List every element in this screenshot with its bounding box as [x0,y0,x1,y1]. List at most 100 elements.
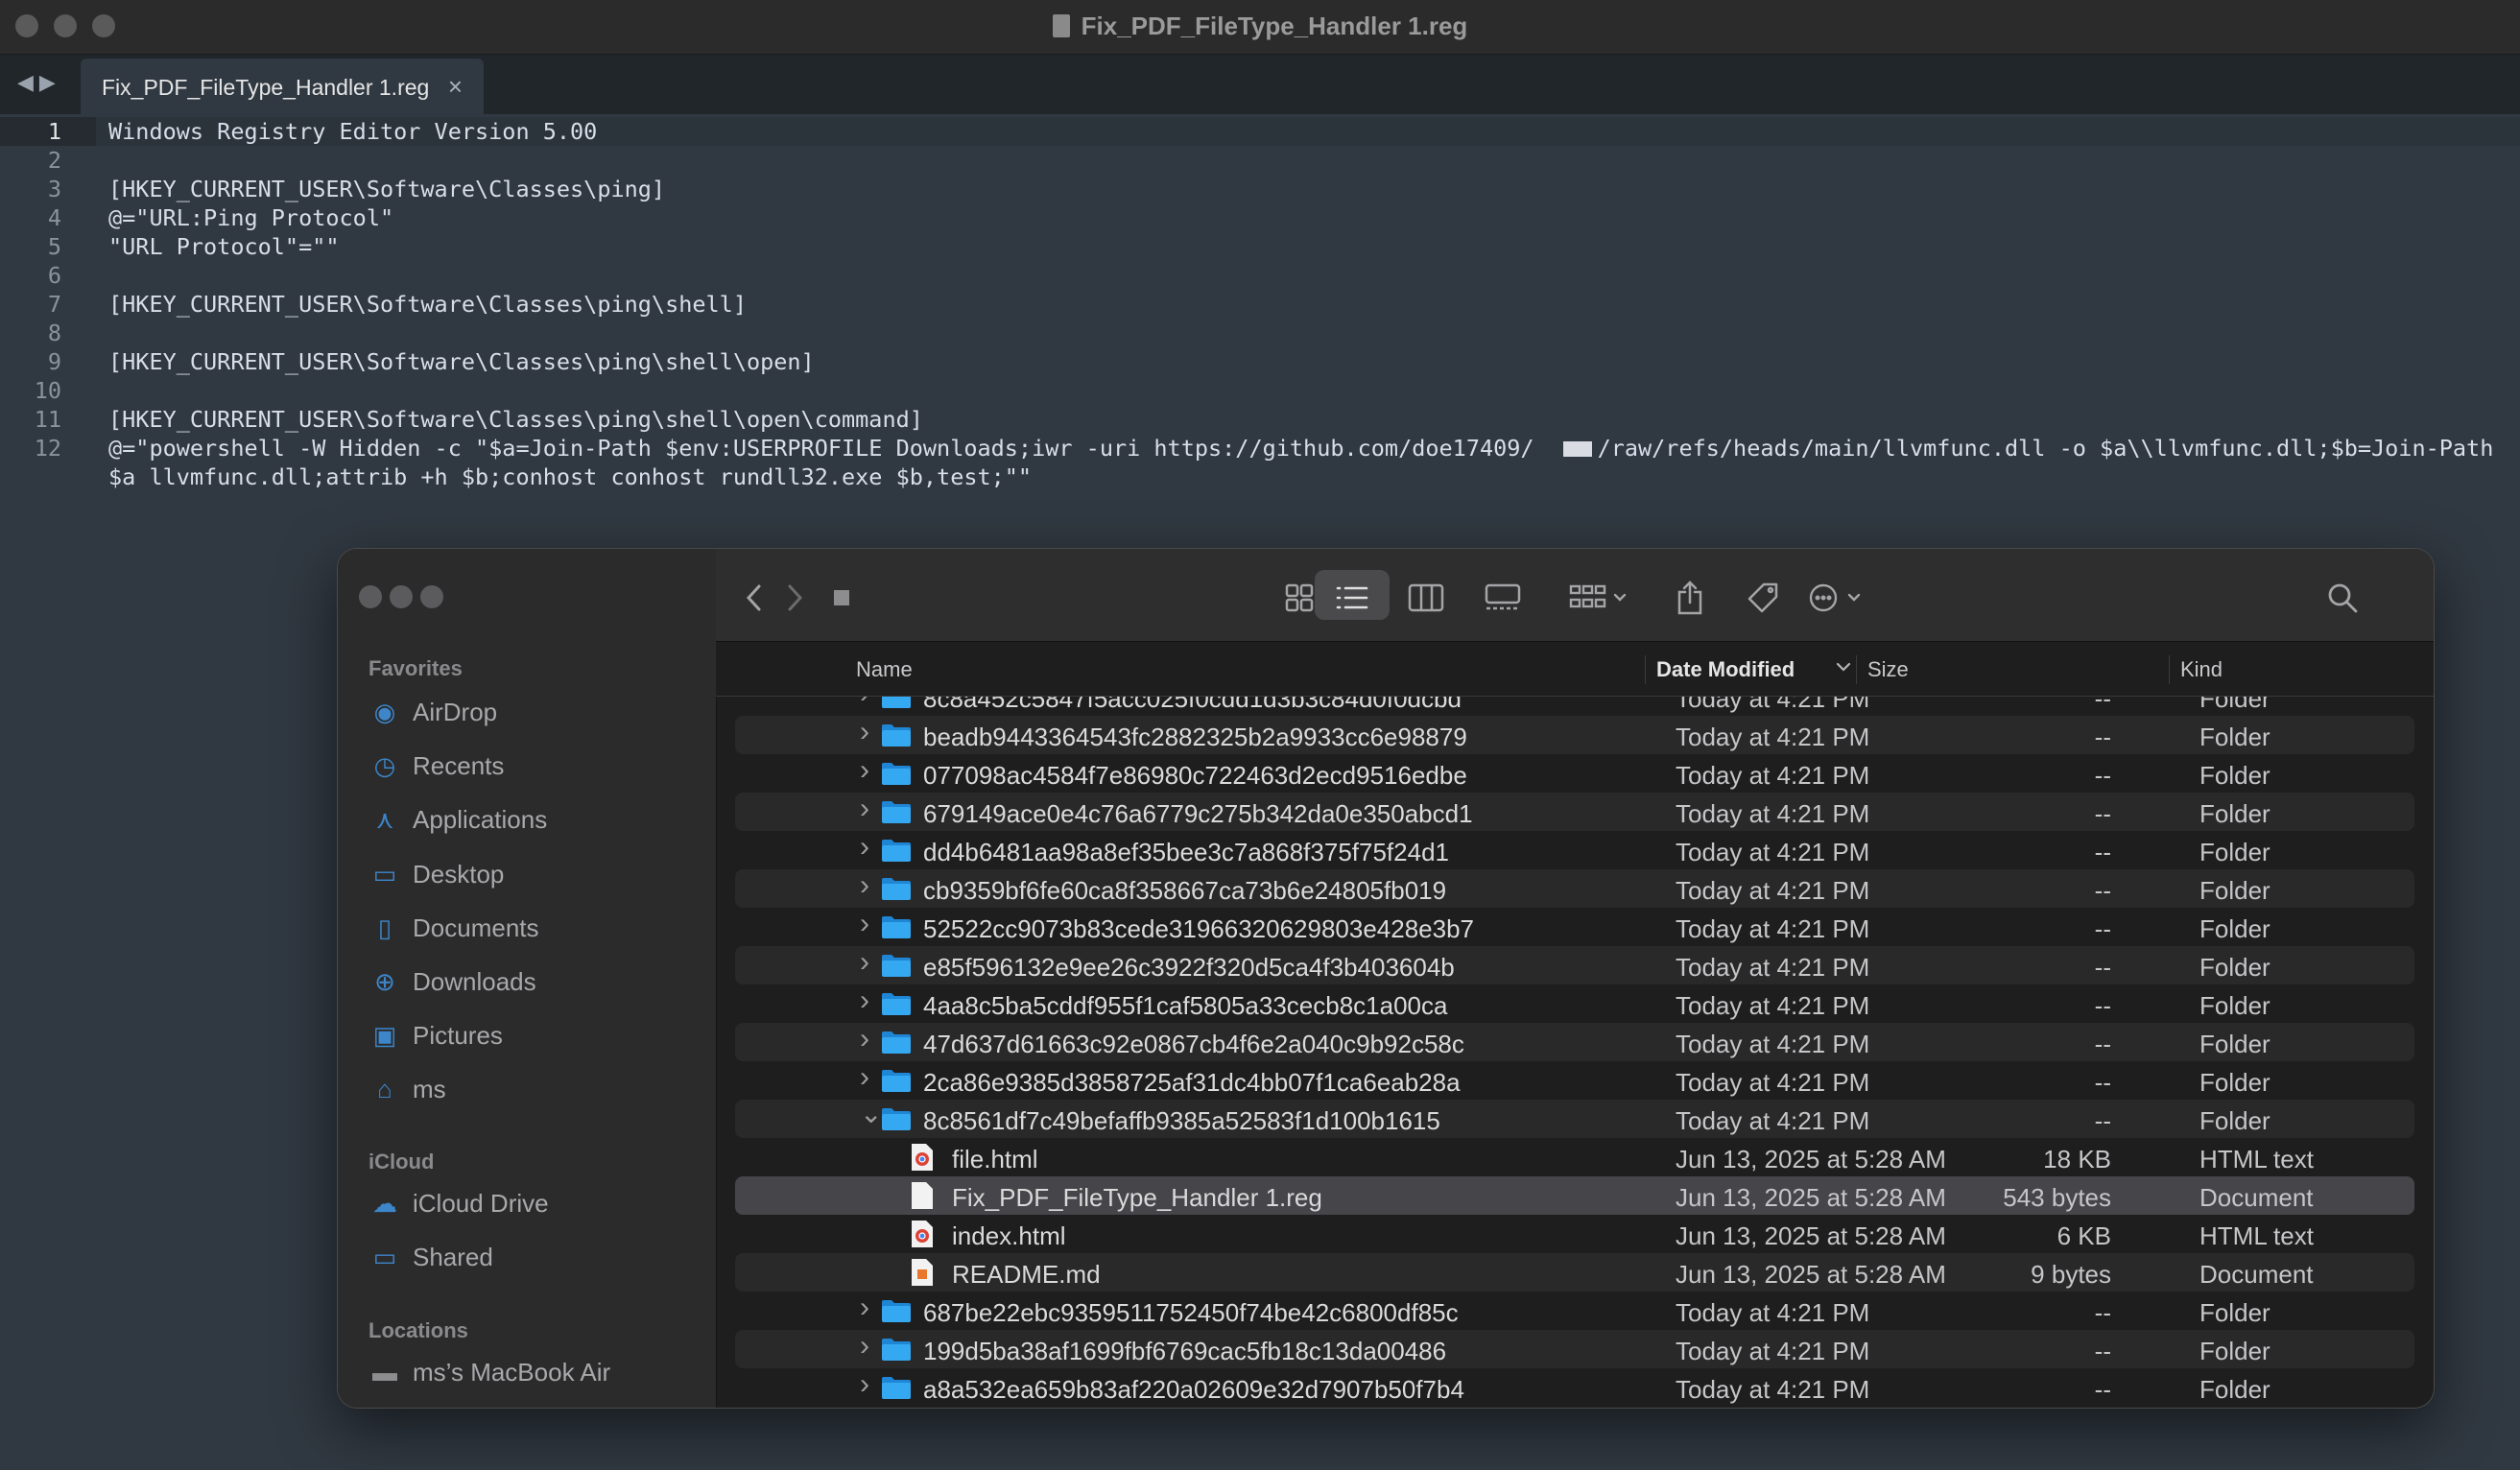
sidebar-item-ms[interactable]: ⌂ ms [368,1070,446,1108]
chevron-right-icon[interactable]: › [860,946,869,979]
search-icon[interactable] [2318,570,2366,620]
chevron-right-icon[interactable]: › [860,1292,869,1324]
chevron-right-icon[interactable]: › [860,1061,869,1094]
finder-close-button[interactable] [359,585,382,608]
sidebar-item-label: iCloud Drive [413,1189,549,1218]
column-kind-header[interactable]: Kind [2180,657,2223,682]
forward-button[interactable] [775,570,814,620]
chevron-right-icon[interactable]: › [860,754,869,787]
file-name: cb9359bf6fe60ca8f358667ca73b6e24805fb019 [923,876,1447,905]
chevron-down-icon[interactable]: ⌄ [860,1098,882,1129]
tab-nav-arrows-icon[interactable]: ◀▶ [17,70,61,95]
file-row[interactable]: file.html Jun 13, 2025 at 5:28 AM 18 KB HTM… [735,1138,2414,1176]
code-line: 6 [0,261,2520,290]
sort-chevron-icon[interactable] [1835,657,1852,681]
gallery-view-button[interactable] [1474,570,1532,620]
chevron-right-icon[interactable]: › [860,697,869,710]
file-size: -- [2094,1030,2111,1058]
group-by-button[interactable] [1560,570,1637,620]
chevron-right-icon[interactable]: › [860,869,869,902]
laptop-icon: ▬ [372,1358,397,1387]
folder-row[interactable]: › beadb9443364543fc2882325b2a9933cc6e9887… [735,716,2414,754]
folder-row[interactable]: ⌄ 8c8561df7c49befaffb9385a52583f1d100b161… [735,1098,2414,1138]
folder-row[interactable]: › 077098ac4584f7e86980c722463d2ecd9516edb… [735,754,2414,793]
folder-row[interactable]: › 52522cc9073b83cede31966320629803e428e3b… [735,908,2414,946]
column-divider[interactable] [1856,655,1857,684]
chevron-right-icon[interactable]: › [860,1368,869,1401]
sidebar-item-ms-s-macbook-air[interactable]: ▬ ms’s MacBook Air [368,1353,610,1391]
folder-row[interactable]: › dd4b6481aa98a8ef35bee3c7a868f375f75f24d… [735,831,2414,869]
date-modified: Today at 4:21 PM [1676,1298,1870,1327]
file-name: e85f596132e9ee26c3922f320d5ca4f3b403604b [923,953,1455,982]
column-view-button[interactable] [1399,570,1453,620]
sidebar-item-desktop[interactable]: ▭ Desktop [368,855,505,893]
chevron-right-icon[interactable]: › [860,1023,869,1055]
sidebar-item-recents[interactable]: ◷ Recents [368,747,505,785]
more-actions-icon[interactable] [1802,570,1869,620]
sidebar-item-icloud-drive[interactable]: ☁ iCloud Drive [368,1184,549,1222]
airdrop-icon: ◉ [373,698,396,726]
tag-icon[interactable] [1739,570,1787,620]
folder-icon [882,763,911,785]
chrome-html-icon [912,1221,933,1247]
column-date-header[interactable]: Date Modified [1656,657,1795,682]
file-size: -- [2094,1106,2111,1135]
desktop-icon: ▭ [372,859,397,889]
folder-path-icon[interactable] [827,570,856,620]
chevron-right-icon[interactable]: › [860,831,869,864]
folder-icon [882,1339,911,1361]
file-size: 6 KB [2056,1221,2111,1250]
date-modified: Today at 4:21 PM [1676,914,1870,943]
chevron-right-icon[interactable]: › [860,716,869,748]
folder-row[interactable]: › 47d637d61663c92e0867cb4f6e2a040c9b92c58… [735,1023,2414,1061]
sidebar-item-documents[interactable]: ▯ Documents [368,909,539,947]
redacted-block [1562,441,1592,457]
folder-row[interactable]: › 687be22ebc9359511752450f74be42c6800df85… [735,1292,2414,1330]
sidebar-item-label: AirDrop [413,698,498,726]
column-divider[interactable] [2169,655,2170,684]
file-row[interactable]: Fix_PDF_FileType_Handler 1.reg Jun 13, 20… [735,1176,2414,1215]
chevron-right-icon[interactable]: › [860,793,869,825]
back-button[interactable] [735,570,773,620]
file-size: -- [2094,914,2111,943]
chevron-right-icon[interactable]: › [860,984,869,1017]
sidebar-item-downloads[interactable]: ⊕ Downloads [368,962,536,1001]
file-kind: Folder [2199,1375,2270,1404]
sidebar-item-airdrop[interactable]: ◉ AirDrop [368,693,497,731]
column-size-header[interactable]: Size [1867,657,1909,682]
file-kind: Folder [2199,1337,2270,1365]
folder-row[interactable]: › cb9359bf6fe60ca8f358667ca73b6e24805fb01… [735,869,2414,908]
code-line: 3 [HKEY_CURRENT_USER\Software\Classes\pin… [0,175,2520,203]
file-kind: Folder [2199,1068,2270,1097]
sidebar-item-shared[interactable]: ▭ Shared [368,1238,493,1276]
column-name-header[interactable]: Name [856,657,913,682]
code-text: @="URL:Ping Protocol" [108,204,394,231]
chevron-right-icon[interactable]: › [860,908,869,940]
file-row[interactable]: README.md Jun 13, 2025 at 5:28 AM 9 bytes D… [735,1253,2414,1292]
folder-icon [882,801,911,823]
folder-row[interactable]: › a8a532ea659b83af220a02609e32d7907b50f7b… [735,1368,2414,1407]
finder-zoom-button[interactable] [420,585,443,608]
folder-row[interactable]: › 4aa8c5ba5cddf955f1caf5805a33cecb8c1a00c… [735,984,2414,1023]
sidebar-item-pictures[interactable]: ▣ Pictures [368,1016,503,1055]
sidebar-item-applications[interactable]: ⋏ Applications [368,800,547,839]
sidebar-item-label: Documents [413,913,539,942]
folder-row[interactable]: › 8c8a452c5847f5acc025f0cdd1d3b3c84d0f0dc… [735,697,2414,716]
file-kind: Folder [2199,799,2270,828]
code-text: [HKEY_CURRENT_USER\Software\Classes\ping… [108,291,747,318]
column-divider[interactable] [1645,655,1646,684]
folder-row[interactable]: › 199d5ba38af1699fbf6769cac5fb18c13da0048… [735,1330,2414,1368]
finder-minimize-button[interactable] [390,585,413,608]
chevron-right-icon[interactable]: › [860,1330,869,1363]
list-view-button[interactable] [1315,570,1390,620]
document-file-icon [912,1182,933,1209]
date-modified: Jun 13, 2025 at 5:28 AM [1676,1183,1946,1212]
tab-close-icon[interactable]: × [448,72,463,102]
file-row[interactable]: index.html Jun 13, 2025 at 5:28 AM 6 KB HTM… [735,1215,2414,1253]
folder-row[interactable]: › 679149ace0e4c76a6779c275b342da0e350abcd… [735,793,2414,831]
tab-fix-pdf-reg[interactable]: Fix_PDF_FileType_Handler 1.reg × [81,59,484,114]
folder-row[interactable]: › 2ca86e9385d3858725af31dc4bb07f1ca6eab28… [735,1061,2414,1100]
share-icon[interactable] [1666,570,1714,620]
folder-row[interactable]: › e85f596132e9ee26c3922f320d5ca4f3b403604… [735,946,2414,984]
sidebar-section-header: Locations [368,1318,468,1342]
